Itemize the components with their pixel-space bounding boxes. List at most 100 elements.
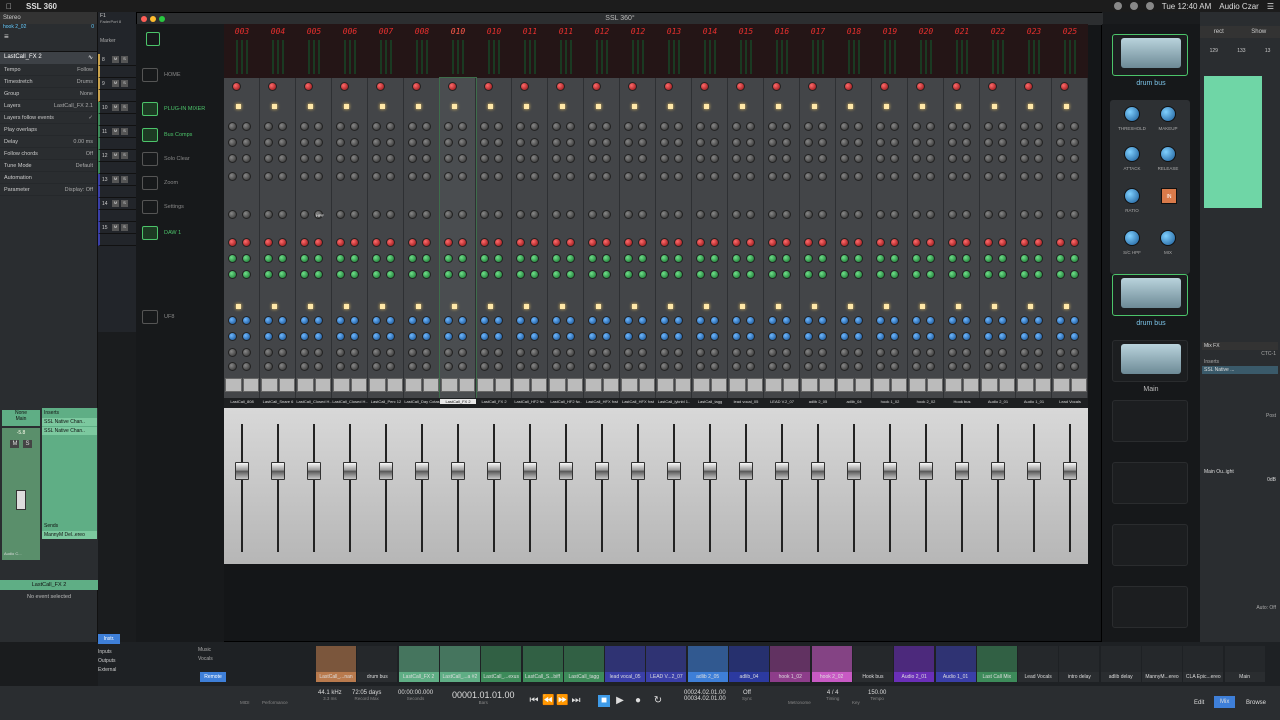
- rotary-knob[interactable]: [818, 270, 827, 279]
- rotary-knob[interactable]: [408, 270, 417, 279]
- rotary-knob[interactable]: [408, 154, 417, 163]
- bus-comp-knob[interactable]: [1160, 106, 1176, 122]
- rotary-knob[interactable]: [552, 270, 561, 279]
- rotary-knob[interactable]: [840, 138, 849, 147]
- mixer-channel-name[interactable]: MannyM...ereo: [1142, 672, 1182, 682]
- rotary-knob[interactable]: [314, 172, 323, 181]
- rotary-knob[interactable]: [386, 254, 395, 263]
- cut-button[interactable]: [386, 378, 403, 392]
- mixer-channel-strip[interactable]: [646, 646, 687, 672]
- rotary-knob[interactable]: [804, 210, 813, 219]
- solo-button[interactable]: [369, 378, 386, 392]
- rotary-knob[interactable]: [768, 348, 777, 357]
- rotary-knob[interactable]: [552, 362, 561, 371]
- rotary-knob[interactable]: [840, 348, 849, 357]
- rotary-knob[interactable]: [372, 172, 381, 181]
- rotary-knob[interactable]: [480, 154, 489, 163]
- fader-cap[interactable]: [415, 462, 429, 480]
- nav-item-bus-comps[interactable]: Bus Comps: [142, 128, 222, 142]
- rotary-knob[interactable]: [998, 154, 1007, 163]
- rotary-knob[interactable]: [984, 122, 993, 131]
- rotary-knob[interactable]: [984, 238, 993, 247]
- rotary-knob[interactable]: [840, 210, 849, 219]
- rotary-knob[interactable]: [372, 362, 381, 371]
- rotary-knob[interactable]: [854, 270, 863, 279]
- rotary-knob[interactable]: [408, 332, 417, 341]
- fader-cap[interactable]: [1063, 462, 1077, 480]
- rotary-knob[interactable]: [264, 332, 273, 341]
- mixer-channel-name[interactable]: LastCall_tagg: [563, 672, 604, 682]
- rotary-knob[interactable]: [372, 270, 381, 279]
- rotary-knob[interactable]: [494, 154, 503, 163]
- rotary-knob[interactable]: [422, 154, 431, 163]
- rotary-knob[interactable]: [592, 82, 601, 91]
- stop-button[interactable]: ■: [598, 695, 610, 707]
- mixer-channel-name[interactable]: Lead Vocals: [1018, 672, 1059, 682]
- rotary-knob[interactable]: [840, 254, 849, 263]
- channel-strip[interactable]: [332, 78, 368, 398]
- rotary-knob[interactable]: [278, 210, 287, 219]
- rotary-knob[interactable]: [638, 362, 647, 371]
- ctc-label[interactable]: CTC-1: [1202, 350, 1278, 358]
- inserts-label[interactable]: Inserts: [42, 408, 97, 418]
- rotary-knob[interactable]: [314, 138, 323, 147]
- rotary-knob[interactable]: [890, 348, 899, 357]
- rotary-knob[interactable]: [696, 138, 705, 147]
- rotary-knob[interactable]: [480, 332, 489, 341]
- rotary-knob[interactable]: [768, 238, 777, 247]
- channel-name[interactable]: LastCall_HF2 fw..: [512, 399, 548, 404]
- rotary-knob[interactable]: [962, 362, 971, 371]
- rotary-knob[interactable]: [444, 122, 453, 131]
- channel-strip[interactable]: [584, 78, 620, 398]
- cut-button[interactable]: [710, 378, 727, 392]
- rotary-knob[interactable]: [746, 210, 755, 219]
- rotary-knob[interactable]: [638, 122, 647, 131]
- rotary-knob[interactable]: [1034, 172, 1043, 181]
- mixer-channel-name[interactable]: adlib 2_05: [687, 672, 728, 682]
- rotary-knob[interactable]: [926, 254, 935, 263]
- rotary-knob[interactable]: [588, 254, 597, 263]
- rotary-knob[interactable]: [1020, 332, 1029, 341]
- rotary-knob[interactable]: [1034, 332, 1043, 341]
- channel-strip[interactable]: [764, 78, 800, 398]
- bus-comp-in-button[interactable]: IN: [1161, 188, 1177, 204]
- rotary-knob[interactable]: [480, 316, 489, 325]
- rotary-knob[interactable]: [1070, 270, 1079, 279]
- solo-button[interactable]: [945, 378, 962, 392]
- bars-display[interactable]: 00001.01.01.00 Bars: [452, 690, 515, 705]
- rotary-knob[interactable]: [228, 122, 237, 131]
- rotary-knob[interactable]: [660, 138, 669, 147]
- rotary-knob[interactable]: [480, 172, 489, 181]
- rotary-knob[interactable]: [926, 348, 935, 357]
- rotary-knob[interactable]: [300, 122, 309, 131]
- fader-cap[interactable]: [811, 462, 825, 480]
- rotary-knob[interactable]: [602, 210, 611, 219]
- rotary-knob[interactable]: [624, 270, 633, 279]
- rotary-knob[interactable]: [372, 348, 381, 357]
- cut-button[interactable]: [314, 378, 331, 392]
- rotary-knob[interactable]: [818, 238, 827, 247]
- solo-button[interactable]: [405, 378, 422, 392]
- rotary-knob[interactable]: [962, 210, 971, 219]
- rotary-knob[interactable]: [746, 316, 755, 325]
- bus-comp-slot[interactable]: [1112, 400, 1188, 442]
- rotary-knob[interactable]: [1034, 122, 1043, 131]
- mixer-channel-strip[interactable]: [1059, 646, 1100, 672]
- rotary-knob[interactable]: [674, 238, 683, 247]
- cut-button[interactable]: [854, 378, 871, 392]
- rotary-knob[interactable]: [1034, 238, 1043, 247]
- rotary-knob[interactable]: [242, 270, 251, 279]
- sidebar-toggle-icon[interactable]: [146, 32, 160, 46]
- channel-strip[interactable]: [260, 78, 296, 398]
- rotary-knob[interactable]: [372, 316, 381, 325]
- rotary-knob[interactable]: [336, 316, 345, 325]
- rotary-knob[interactable]: [264, 348, 273, 357]
- maximize-window-button[interactable]: [159, 16, 165, 22]
- cut-button[interactable]: [1034, 378, 1051, 392]
- rotary-knob[interactable]: [818, 348, 827, 357]
- channel-strip[interactable]: [980, 78, 1016, 398]
- rotary-knob[interactable]: [854, 254, 863, 263]
- wifi-icon[interactable]: [1129, 2, 1138, 10]
- rotary-knob[interactable]: [242, 238, 251, 247]
- rotary-knob[interactable]: [228, 270, 237, 279]
